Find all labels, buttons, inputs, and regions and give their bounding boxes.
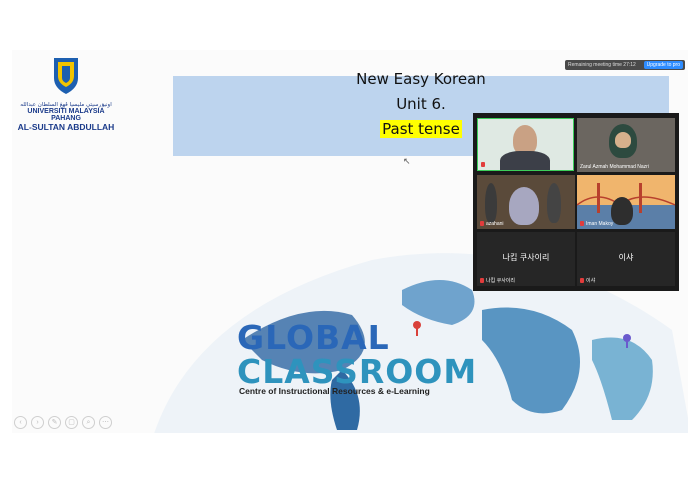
slides-icon[interactable]: ▢ [65,416,78,429]
participant-display-name: 이샤 [618,253,634,262]
participant-display-name: 나킵 쿠사이리 [502,253,550,262]
participant-tile[interactable]: Zarul Azmah Mohammad Nazri [577,118,675,172]
participant-name: azahani [480,221,504,227]
participant-tile[interactable]: 이샤 이샤 [577,232,675,286]
participant-name [481,162,487,168]
slide-controls: ‹ › ✎ ▢ ⌕ ⋯ [14,416,112,429]
slide-topic: Past tense [380,120,462,138]
participant-panel[interactable]: Zarul Azmah Mohammad Nazri azahani Iman … [473,113,679,291]
university-name: UNIVERSITI MALAYSIA PAHANG [27,108,105,122]
muted-icon [481,162,485,168]
mouse-cursor-icon: ↖ [403,156,411,166]
participant-video [611,197,633,225]
brand-subtitle: Centre of Instructional Resources & e-Le… [239,386,430,396]
muted-icon [480,221,484,227]
participant-tile[interactable]: Iman Makoy [577,175,675,229]
more-icon[interactable]: ⋯ [99,416,112,429]
participant-video [509,187,539,225]
slide-unit: Unit 6. [396,95,446,113]
participant-body [500,151,550,170]
muted-icon [580,278,584,284]
participant-tile[interactable] [477,118,574,171]
meeting-time-bar: Remaining meeting time 27:12 Upgrade to … [565,60,685,70]
slide-title: New Easy Korean [356,70,486,88]
muted-icon [580,221,584,227]
next-icon[interactable]: › [31,416,44,429]
university-logo: اونيۏرسيتي مليسيا ڤهڠ السلطان عبدالله UN… [16,56,116,132]
participant-name: Iman Makoy [580,221,613,227]
upgrade-button[interactable]: Upgrade to pro [643,61,683,69]
participant-tile[interactable]: azahani [477,175,575,229]
previous-icon[interactable]: ‹ [14,416,27,429]
participant-tile[interactable]: 나킵 쿠사이리 나킵 쿠사이리 [477,232,575,286]
participant-name: 이샤 [580,277,595,284]
participant-name: 나킵 쿠사이리 [480,277,515,284]
background-person [485,183,497,223]
muted-icon [480,278,484,284]
participant-name: Zarul Azmah Mohammad Nazri [580,164,649,170]
background-person [547,183,561,223]
shield-icon [52,56,80,96]
zoom-icon[interactable]: ⌕ [82,416,95,429]
pen-icon[interactable]: ✎ [48,416,61,429]
remaining-time: Remaining meeting time 27:12 [568,62,636,68]
university-subname: AL-SULTAN ABDULLAH [17,122,115,132]
participant-face [615,132,631,148]
